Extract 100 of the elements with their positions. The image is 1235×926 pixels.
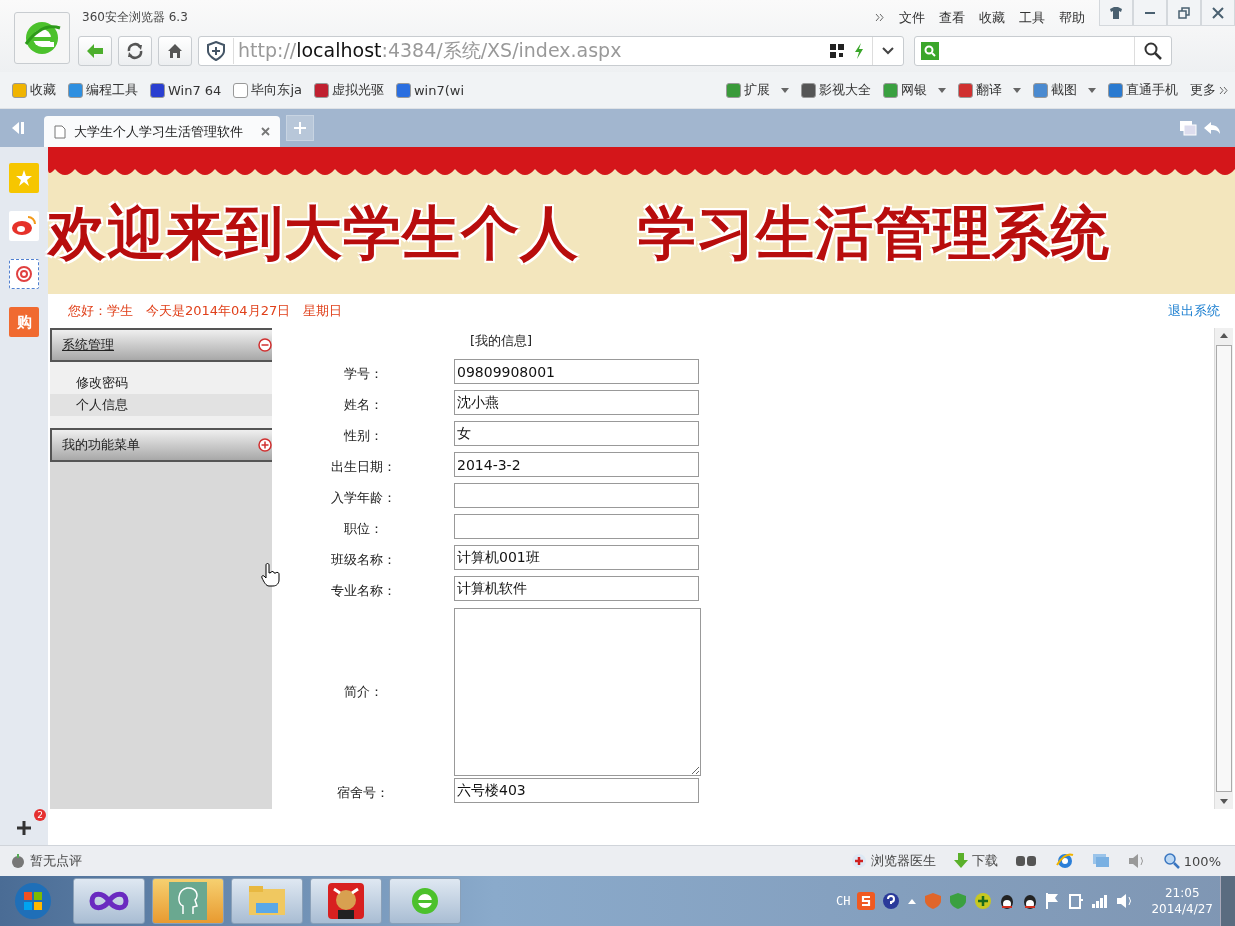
signal-icon[interactable] — [1091, 894, 1110, 908]
sogou-icon[interactable] — [857, 892, 876, 910]
skin-button[interactable] — [1099, 0, 1133, 26]
close-button[interactable] — [1201, 0, 1235, 26]
penguin-icon[interactable] — [999, 892, 1016, 910]
restore-button[interactable] — [1167, 0, 1201, 26]
penguin-icon[interactable] — [1022, 892, 1039, 910]
shield-icon — [207, 41, 225, 61]
browser-app-icon[interactable] — [389, 878, 461, 924]
apple-icon — [10, 853, 26, 869]
magnifier-icon — [1163, 853, 1180, 869]
bookmark-link[interactable]: 虚拟光驱 — [313, 81, 384, 99]
field-label: 性别： — [342, 426, 384, 445]
toolbar-link[interactable]: 翻译 — [958, 81, 1021, 99]
menu-group-header[interactable]: 系统管理 — [50, 328, 272, 362]
field-label: 姓名： — [342, 395, 384, 414]
browser-doctor-link[interactable]: 浏览器医生 — [850, 852, 936, 870]
menu-item[interactable]: 收藏 — [979, 7, 1005, 27]
minimize-button[interactable] — [1133, 0, 1167, 26]
infinity-app-icon[interactable] — [73, 878, 145, 924]
refresh-button[interactable] — [118, 36, 152, 66]
p2p-icon[interactable] — [1015, 855, 1038, 867]
text-area[interactable] — [454, 607, 701, 776]
scroll-up-icon[interactable] — [1220, 333, 1228, 338]
address-field[interactable]: http://localhost:4384/系统/XS/index.aspx — [198, 36, 904, 66]
caret-icon[interactable] — [938, 87, 946, 93]
weibo-icon[interactable] — [9, 211, 39, 241]
toolbar-link[interactable]: 网银 — [883, 81, 946, 99]
input-field[interactable]: 计算机001班 — [454, 545, 699, 570]
window-title: 360安全浏览器 6.3 — [82, 8, 188, 26]
show-hidden-icons-icon[interactable] — [907, 897, 918, 905]
caret-icon[interactable] — [1013, 87, 1021, 93]
menu-item[interactable]: 查看 — [939, 7, 965, 27]
menu-item[interactable]: 修改密码 — [50, 372, 272, 394]
browser-logo-icon[interactable] — [14, 12, 70, 64]
browser-tab[interactable]: 大学生个人学习生活管理软件 — [44, 116, 280, 147]
field-label: 学号： — [342, 364, 384, 383]
close-icon[interactable] — [261, 127, 270, 136]
plus-tray-icon[interactable] — [974, 892, 993, 910]
more-link[interactable]: 更多 — [1190, 81, 1229, 99]
caret-icon[interactable] — [1088, 87, 1096, 93]
ie-icon[interactable] — [1055, 852, 1074, 870]
medical-cross-icon — [850, 853, 867, 869]
window-icon[interactable] — [1091, 853, 1110, 869]
field-label: 宿舍号： — [336, 783, 390, 802]
toolbar-link[interactable]: 截图 — [1033, 81, 1096, 99]
qr-code-icon[interactable] — [830, 44, 844, 58]
back-arrow-icon — [86, 43, 104, 59]
toggle-icon[interactable] — [258, 338, 272, 352]
speaker-icon[interactable] — [1127, 853, 1146, 869]
undo-icon[interactable] — [1203, 121, 1221, 135]
chevron-down-icon — [882, 47, 894, 55]
double-chevron-icon — [1219, 85, 1229, 95]
toolbar-link[interactable]: 直通手机 — [1108, 81, 1178, 99]
field-label: 出生日期： — [329, 457, 397, 476]
form-title: [我的信息] — [470, 332, 534, 350]
logout-link[interactable]: 退出系统 — [1168, 302, 1220, 320]
toolbar-link[interactable]: 影视大全 — [801, 81, 871, 99]
review-status[interactable]: 暂无点评 — [10, 852, 82, 870]
menu-group-header[interactable]: 我的功能菜单 — [50, 428, 272, 462]
drawing-board-app-icon[interactable] — [152, 878, 224, 924]
tab-list-icon[interactable] — [1179, 120, 1197, 136]
bookmark-link[interactable]: Win7 64 — [150, 82, 222, 98]
caret-icon[interactable] — [781, 87, 789, 93]
scrollbar[interactable] — [1214, 328, 1233, 809]
bookmark-link[interactable]: 收藏 — [12, 81, 56, 99]
menu-item[interactable]: 个人信息 — [50, 394, 272, 416]
input-field[interactable]: 2014-3-2 — [454, 452, 699, 477]
back-button[interactable] — [78, 36, 112, 66]
home-button[interactable] — [158, 36, 192, 66]
input-field[interactable] — [454, 483, 699, 508]
input-field[interactable]: 09809908001 — [454, 359, 699, 384]
menu-item[interactable]: 帮助 — [1059, 7, 1085, 27]
search-engine-icon[interactable] — [921, 42, 939, 60]
download-link[interactable]: 下载 — [953, 852, 998, 870]
input-field[interactable]: 女 — [454, 421, 699, 446]
bookmark-link[interactable]: 编程工具 — [68, 81, 138, 99]
input-field[interactable]: 六号楼403 — [454, 778, 699, 803]
toolbar-link[interactable]: 扩展 — [726, 81, 789, 99]
bookmark-link[interactable]: win7(wi — [395, 82, 465, 98]
toggle-icon[interactable] — [258, 438, 272, 452]
field-label: 简介： — [342, 682, 384, 701]
input-field[interactable]: 计算机软件 — [454, 576, 699, 601]
cartoon-bull-app-icon[interactable] — [310, 878, 382, 924]
bookmark-link[interactable]: 毕向东ja — [233, 81, 302, 99]
scroll-down-icon[interactable] — [1220, 799, 1228, 804]
search-field[interactable] — [914, 36, 1172, 66]
download-icon — [953, 853, 968, 869]
menu-item[interactable]: 文件 — [899, 7, 925, 27]
lightning-icon[interactable] — [854, 43, 864, 59]
input-field[interactable] — [454, 514, 699, 539]
folder-app-icon[interactable] — [231, 878, 303, 924]
windows-logo-icon — [13, 881, 53, 921]
menu-item[interactable]: 工具 — [1019, 7, 1045, 27]
help-icon[interactable] — [882, 892, 901, 910]
show-desktop-button[interactable] — [1220, 876, 1235, 926]
double-chevron-icon[interactable] — [875, 12, 885, 22]
banner-title: 欢迎来到大学生个人 学习生活管理系统 — [48, 198, 1110, 269]
input-field[interactable]: 沈小燕 — [454, 390, 699, 415]
zoom-control[interactable]: 100% — [1163, 853, 1221, 869]
